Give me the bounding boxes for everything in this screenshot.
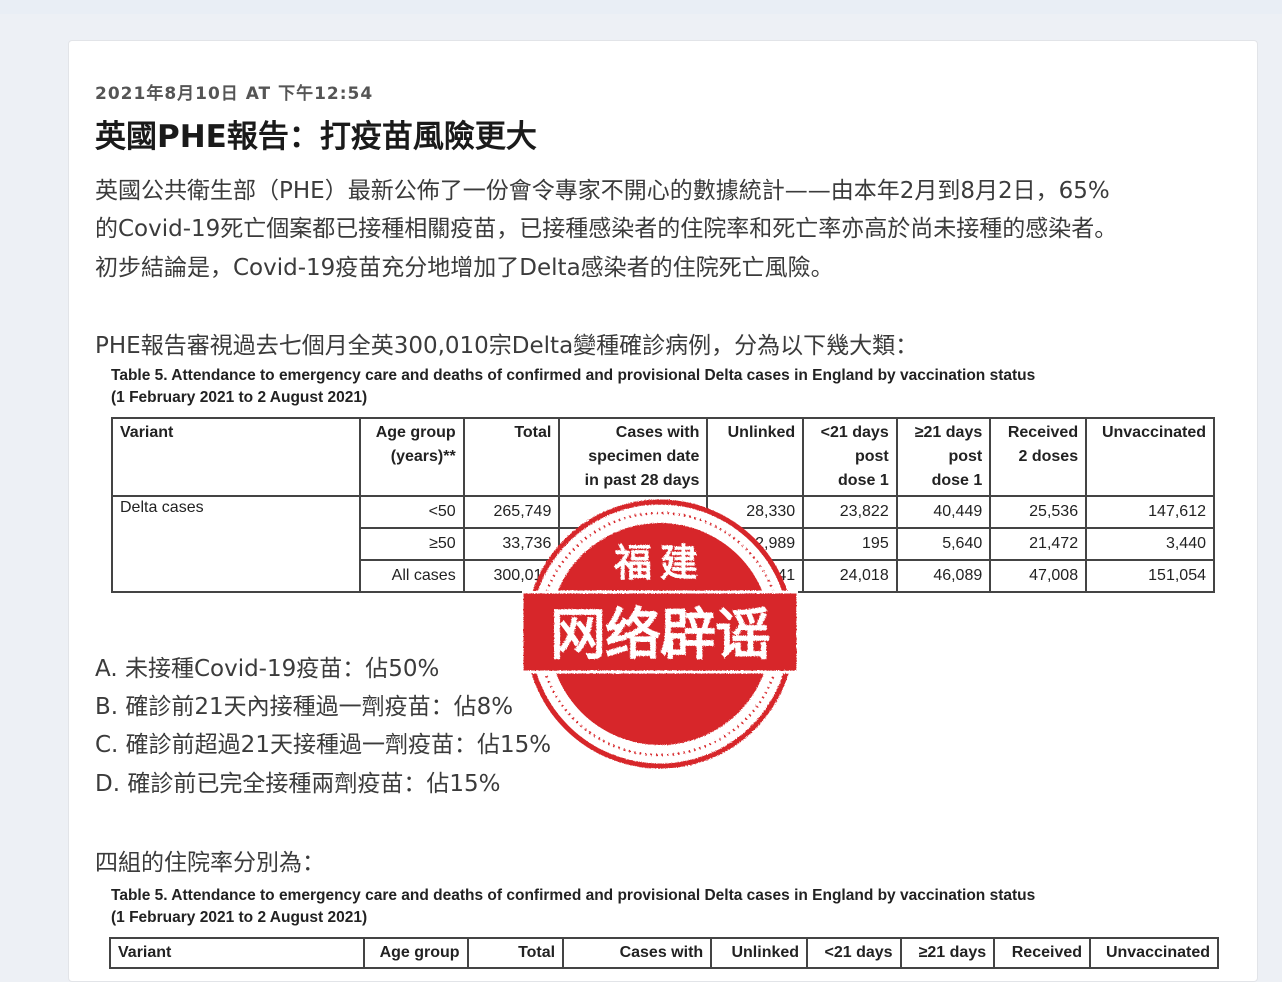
table-cell: ≥50 <box>359 527 465 561</box>
col-age-group: Age group (years)** <box>359 417 465 497</box>
col-ge21-days: ≥21 days post dose 1 <box>895 417 992 497</box>
table2-caption: Table 5. Attendance to emergency care an… <box>111 887 1036 904</box>
col-variant: Variant <box>108 937 366 969</box>
top-bar <box>0 0 1282 14</box>
table-cell: 46,089 <box>895 559 992 593</box>
article-title: 英國PHE報告：打疫苗風險更大 <box>95 119 537 155</box>
list-item-a: A. 未接種Covid-19疫苗：佔50% <box>95 656 440 682</box>
col-variant: Variant <box>110 417 362 497</box>
table-cell: 47,008 <box>989 559 1088 593</box>
table-cell: 5,640 <box>895 527 992 561</box>
col-unlinked: Unlinked <box>706 417 805 497</box>
table-cell: 147,612 <box>1085 495 1215 529</box>
col-unvaccinated: Unvaccinated <box>1089 937 1219 969</box>
article-date: 2021年8月10日 AT 下午12:54 <box>95 84 374 104</box>
col-received-2-doses: Received 2 doses <box>989 417 1088 497</box>
table-cell: 25,536 <box>989 495 1088 529</box>
rumor-debunk-stamp: 福建 网络辟谣 <box>522 499 798 769</box>
col-age-group: Age group <box>363 937 469 969</box>
col-unlinked: Unlinked <box>710 937 809 969</box>
table1-caption: Table 5. Attendance to emergency care an… <box>111 367 1036 384</box>
col-total: Total <box>462 417 561 497</box>
table-cell: 21,472 <box>989 527 1088 561</box>
col-cases-past-28-days: Cases with specimen date in past 28 days <box>558 417 709 497</box>
table-cell: 24,018 <box>802 559 898 593</box>
paragraph-line-2: 的Covid-19死亡個案都已接種相關疫苗，已接種感染者的住院率和死亡率亦高於尚… <box>95 216 1118 242</box>
hospitalisation-table: Variant Age group Total Cases with Unlin… <box>108 937 1219 969</box>
col-cases-with: Cases with <box>562 937 713 969</box>
list-item-c: C. 確診前超過21天接種過一劑疫苗：佔15% <box>95 732 552 758</box>
list-item-b: B. 確診前21天內接種過一劑疫苗：佔8% <box>95 694 514 720</box>
intro-text: PHE報告審視過去七個月全英300,010宗Delta變種確診病例，分為以下幾大… <box>95 333 919 359</box>
col-received: Received <box>993 937 1092 969</box>
table-header-row: Variant Age group Total Cases with Unlin… <box>108 937 1219 969</box>
table-cell: 151,054 <box>1085 559 1215 593</box>
table-cell: 23,822 <box>802 495 898 529</box>
col-unvaccinated: Unvaccinated <box>1085 417 1215 497</box>
paragraph-line-1: 英國公共衛生部（PHE）最新公佈了一份會令專家不開心的數據統計——由本年2月到8… <box>95 178 1110 204</box>
table-cell: 40,449 <box>895 495 992 529</box>
stamp-top-text: 福建 <box>613 540 706 585</box>
table-header-row: Variant Age group (years)** Total Cases w… <box>110 417 1215 497</box>
stamp-main-text: 网络辟谣 <box>550 602 770 668</box>
col-total: Total <box>466 937 565 969</box>
col-lt21-days: <21 days <box>806 937 902 969</box>
paragraph-line-3: 初步結論是，Covid-19疫苗充分地增加了Delta感染者的住院死亡風險。 <box>95 255 834 281</box>
table-cell: 3,440 <box>1085 527 1215 561</box>
list-item-d: D. 確診前已完全接種兩劑疫苗：佔15% <box>95 771 501 797</box>
table1-period: (1 February 2021 to 2 August 2021) <box>111 389 368 406</box>
variant-cell: Delta cases <box>110 495 362 593</box>
table-cell: <50 <box>359 495 465 529</box>
col-ge21-days: ≥21 days <box>899 937 996 969</box>
table-cell: All cases <box>359 559 465 593</box>
table-cell: 195 <box>802 527 898 561</box>
groups-heading: 四組的住院率分別為： <box>95 850 325 876</box>
col-lt21-days: <21 days post dose 1 <box>802 417 898 497</box>
table2-period: (1 February 2021 to 2 August 2021) <box>111 909 368 926</box>
